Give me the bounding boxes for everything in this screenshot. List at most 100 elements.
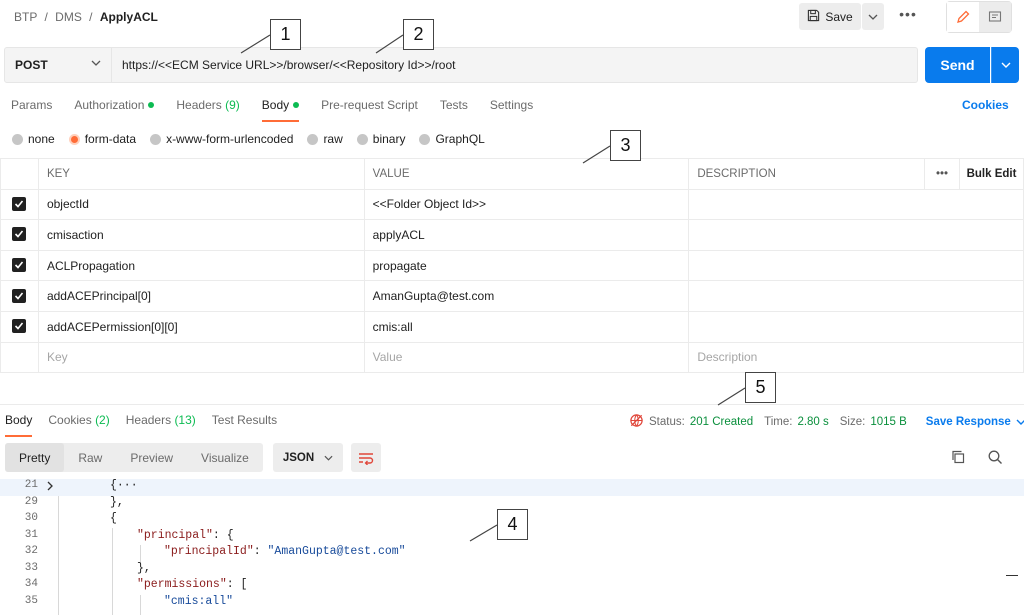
request-tabs: Params Authorization Headers (9) Body Pr… (0, 94, 544, 122)
value-cell[interactable]: propagate (363, 249, 690, 282)
tab-pre-request-script[interactable]: Pre-request Script (310, 94, 429, 120)
tab-authorization[interactable]: Authorization (63, 94, 165, 120)
tab-label: Body (261, 98, 290, 112)
status-dot (293, 102, 300, 108)
response-tab-cookies[interactable]: Cookies (2) (43, 411, 114, 433)
response-body-viewer[interactable]: 21 {··· 29 }, 30 { 31 "principal": { 32 … (0, 479, 1024, 615)
body-type-options: none form-data x-www-form-urlencoded raw… (12, 132, 485, 146)
tab-label: Params (11, 98, 53, 112)
check-icon (15, 200, 24, 208)
format-select[interactable]: JSON (273, 443, 343, 472)
fold-expand-icon[interactable] (46, 481, 54, 495)
new-value-input[interactable]: Value (363, 341, 690, 374)
response-tab-body[interactable]: Body (0, 411, 37, 437)
body-type-urlencoded[interactable]: x-www-form-urlencoded (150, 132, 293, 146)
request-name[interactable]: ApplyACL (100, 10, 158, 24)
row-checkbox[interactable] (12, 196, 27, 211)
send-button[interactable]: Send (925, 47, 990, 83)
view-pretty[interactable]: Pretty (5, 443, 65, 472)
check-icon (15, 261, 24, 269)
tab-body[interactable]: Body (251, 94, 310, 122)
radio-icon (419, 133, 431, 145)
table-row: objectId <<Folder Object Id>> (0, 188, 1024, 221)
description-cell[interactable] (688, 188, 1024, 221)
body-type-binary[interactable]: binary (356, 132, 405, 146)
copy-button[interactable] (951, 450, 965, 467)
breadcrumb-part-dms[interactable]: DMS (55, 10, 82, 24)
description-cell[interactable] (688, 310, 1024, 343)
column-options-button[interactable]: ••• (924, 158, 961, 190)
body-type-form-data[interactable]: form-data (68, 132, 136, 146)
edit-mode-button[interactable] (947, 2, 979, 32)
save-options-button[interactable] (862, 3, 884, 30)
tab-label: Body (5, 413, 33, 427)
wrap-lines-button[interactable] (351, 443, 381, 472)
code-text: }, (110, 495, 124, 509)
json-string: "cmis:all" (164, 594, 234, 608)
status-value[interactable]: 201 Created (690, 416, 753, 428)
tab-count: (9) (225, 98, 240, 112)
value-cell[interactable]: applyACL (363, 219, 690, 251)
tab-headers[interactable]: Headers (9) (165, 94, 250, 120)
send-options-button[interactable] (991, 47, 1019, 83)
radio-label: none (28, 132, 55, 146)
response-tab-test-results[interactable]: Test Results (207, 411, 282, 433)
description-cell[interactable] (688, 249, 1024, 282)
globe-icon[interactable] (629, 413, 644, 431)
row-checkbox[interactable] (12, 288, 27, 303)
view-preview[interactable]: Preview (116, 443, 187, 472)
check-icon (15, 292, 24, 300)
code-line: 33 }, (0, 562, 1024, 579)
response-tab-headers[interactable]: Headers (13) (121, 411, 201, 433)
value-cell[interactable]: cmis:all (363, 310, 690, 343)
row-checkbox[interactable] (12, 319, 27, 334)
chevron-down-icon (91, 60, 101, 66)
new-description-input[interactable]: Description (688, 341, 1024, 374)
new-key-input[interactable]: Key (37, 341, 365, 374)
key-cell[interactable]: addACEPrincipal[0] (37, 280, 365, 312)
line-number: 33 (24, 561, 38, 574)
radio-icon (150, 133, 162, 145)
row-checkbox[interactable] (12, 227, 27, 242)
header-checkbox-cell (0, 158, 39, 190)
response-status-bar: Status: 201 Created Time: 2.80 s Size: 1… (629, 413, 1024, 431)
search-button[interactable] (988, 450, 1003, 468)
row-checkbox[interactable] (12, 258, 27, 273)
body-type-raw[interactable]: raw (307, 132, 343, 146)
tab-params[interactable]: Params (0, 94, 63, 120)
view-raw[interactable]: Raw (64, 443, 116, 472)
save-button[interactable]: Save (799, 3, 861, 30)
tab-label: Authorization (74, 98, 145, 112)
http-method-select[interactable]: POST (4, 47, 112, 83)
key-cell[interactable]: objectId (37, 188, 365, 221)
save-response-button[interactable]: Save Response (926, 416, 1011, 428)
cookies-link[interactable]: Cookies (962, 98, 1009, 112)
description-cell[interactable] (688, 280, 1024, 312)
key-cell[interactable]: addACEPermission[0][0] (37, 310, 365, 343)
body-type-none[interactable]: none (12, 132, 55, 146)
view-visualize[interactable]: Visualize (187, 443, 263, 472)
description-cell[interactable] (688, 219, 1024, 251)
value-cell[interactable]: <<Folder Object Id>> (363, 188, 690, 221)
code-text: : { (212, 528, 234, 542)
code-text: : [ (226, 578, 248, 591)
radio-icon (307, 133, 319, 145)
time-value[interactable]: 2.80 s (797, 416, 828, 428)
more-options-button[interactable]: ••• (896, 7, 920, 24)
tab-settings[interactable]: Settings (479, 94, 544, 120)
key-cell[interactable]: ACLPropagation (37, 249, 365, 282)
body-type-graphql[interactable]: GraphQL (419, 132, 485, 146)
chevron-down-icon[interactable] (1016, 419, 1024, 425)
radio-label: GraphQL (435, 132, 485, 146)
value-cell[interactable]: AmanGupta@test.com (363, 280, 690, 312)
key-cell[interactable]: cmisaction (37, 219, 365, 251)
check-icon (15, 322, 24, 330)
breadcrumb-part-btp[interactable]: BTP (14, 10, 37, 24)
url-input[interactable]: https://<<ECM Service URL>>/browser/<<Re… (112, 47, 918, 83)
tab-tests[interactable]: Tests (429, 94, 479, 120)
bulk-edit-button[interactable]: Bulk Edit (959, 158, 1024, 190)
size-value[interactable]: 1015 B (870, 416, 906, 428)
breadcrumb-separator: / (44, 10, 48, 24)
time-label: Time: (764, 416, 793, 428)
documentation-button[interactable] (979, 2, 1011, 32)
